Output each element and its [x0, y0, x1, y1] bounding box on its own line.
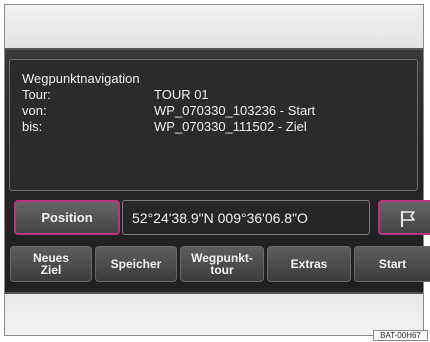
position-button-label: Position — [41, 210, 93, 225]
from-value: WP_070330_103236 - Start — [154, 103, 316, 118]
softkey-label: Wegpunkt- tour — [191, 251, 253, 277]
new-destination-button[interactable]: Neues Ziel — [10, 246, 92, 282]
waypoint-tour-button[interactable]: Wegpunkt- tour — [180, 246, 264, 282]
softkey-label: Speicher — [110, 257, 162, 271]
bezel-bottom — [5, 294, 423, 335]
bezel-top — [5, 5, 423, 48]
flag-button[interactable] — [378, 200, 430, 235]
start-button[interactable]: Start — [354, 246, 430, 282]
tour-value: TOUR 01 — [154, 87, 209, 102]
softkey-label: Extras — [290, 257, 328, 271]
softkey-label: Neues Ziel — [32, 251, 70, 277]
image-code: BAT-00H67 — [380, 331, 421, 340]
panel-title: Wegpunktnavigation — [22, 71, 140, 86]
coordinates-value: 52°24'38.9"N 009°36'06.8"O — [132, 209, 308, 226]
route-info-panel: Wegpunktnavigation Tour: TOUR 01 von: WP… — [9, 59, 418, 191]
softkey-label: Start — [378, 257, 407, 271]
extras-button[interactable]: Extras — [267, 246, 351, 282]
image-code-badge: BAT-00H67 — [373, 330, 428, 341]
from-label: von: — [22, 103, 47, 118]
position-button[interactable]: Position — [14, 200, 120, 235]
coordinates-display: 52°24'38.9"N 009°36'06.8"O — [122, 200, 370, 235]
flag-icon — [401, 211, 415, 227]
tour-label: Tour: — [22, 87, 51, 102]
memory-button[interactable]: Speicher — [95, 246, 177, 282]
to-value: WP_070330_111502 - Ziel — [154, 119, 307, 134]
to-label: bis: — [22, 119, 43, 134]
